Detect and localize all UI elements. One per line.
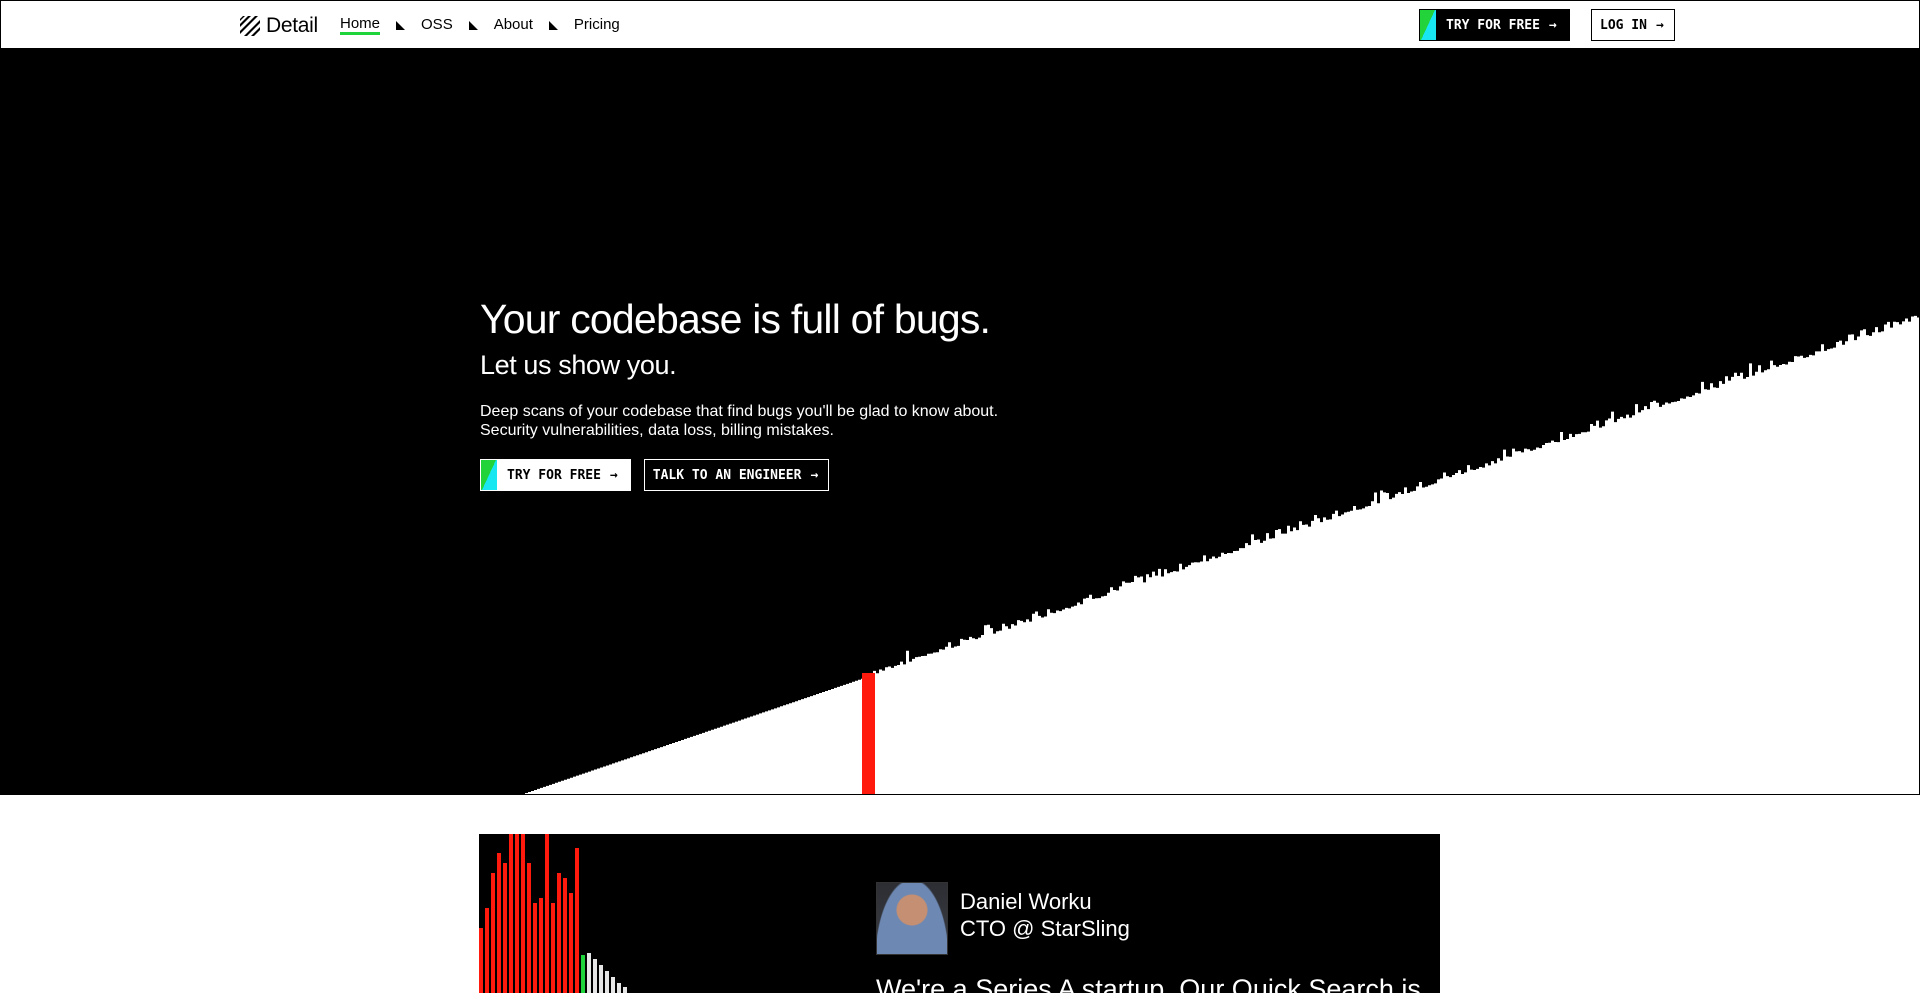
testimonial-card: Daniel Worku CTO @ StarSling We're a Ser… [479, 834, 1440, 993]
triangle-separator-icon [468, 20, 478, 30]
button-accent [481, 460, 497, 490]
arrow-right-icon: → [810, 467, 819, 483]
remaining-bug-bar [617, 983, 621, 993]
nav-link-home[interactable]: Home [340, 15, 381, 35]
triangle-separator-icon [548, 20, 558, 30]
nav-try-for-free-button[interactable]: TRY FOR FREE → [1419, 9, 1570, 41]
nav-link-oss[interactable]: OSS [421, 16, 453, 35]
hero-actions: TRY FOR FREE → TALK TO AN ENGINEER → [480, 459, 998, 491]
bug-bar [575, 848, 579, 993]
avatar [876, 882, 948, 955]
hero-title: Your codebase is full of bugs. [480, 296, 991, 342]
remaining-bug-bar [605, 971, 609, 993]
bug-bar [545, 834, 549, 993]
testimonial-person: Daniel Worku CTO @ StarSling [960, 888, 1130, 942]
nav-link-pricing[interactable]: Pricing [574, 16, 620, 35]
bug-bar [557, 873, 561, 993]
remaining-bug-bar [593, 959, 597, 993]
top-nav: Detail Home OSS About Pricing TRY FOR FR… [0, 0, 1920, 49]
testimonial-quote: We're a Series A startup. Our Quick Sear… [876, 974, 1421, 993]
brand-logo[interactable]: Detail [240, 14, 318, 38]
hero-subtitle: Let us show you. [480, 350, 677, 380]
bug-bar [509, 834, 513, 993]
bug-bar [527, 863, 531, 993]
remaining-bug-bar [599, 965, 603, 993]
fixed-bug-bar [581, 955, 585, 993]
testimonial-role: CTO @ StarSling [960, 916, 1130, 941]
bug-bar [479, 928, 483, 993]
login-label: LOG IN [1600, 17, 1647, 33]
hero-try-label: TRY FOR FREE [507, 467, 601, 483]
bug-bar [521, 834, 525, 993]
bug-bar [563, 878, 567, 993]
bug-bar [569, 893, 573, 993]
talk-label: TALK TO AN ENGINEER [652, 467, 802, 483]
hero-description-line1: Deep scans of your codebase that find bu… [480, 403, 999, 420]
brand-name: Detail [266, 14, 318, 37]
nav-try-label: TRY FOR FREE [1446, 17, 1540, 33]
bug-bar [491, 873, 495, 993]
remaining-bug-bar [587, 953, 591, 993]
nav-links: Home OSS About Pricing [340, 15, 620, 35]
bug-bar [533, 903, 537, 993]
remaining-bug-bar [611, 977, 615, 993]
hero-section: Your codebase is full of bugs. Let us sh… [0, 48, 1920, 795]
bug-bar [503, 863, 507, 993]
arrow-right-icon: → [1655, 17, 1664, 33]
triangle-separator-icon [396, 20, 406, 30]
detail-logo-icon [240, 16, 260, 36]
nav-link-about[interactable]: About [494, 16, 533, 35]
hero-copy: Your codebase is full of bugs. Let us sh… [480, 295, 998, 491]
hero-description: Deep scans of your codebase that find bu… [480, 402, 998, 440]
remaining-bug-bar [623, 987, 627, 993]
arrow-right-icon: → [1548, 17, 1557, 33]
talk-to-engineer-button[interactable]: TALK TO AN ENGINEER → [643, 459, 830, 491]
button-accent [1420, 10, 1436, 40]
hero-description-line2: Security vulnerabilities, data loss, bil… [480, 422, 834, 439]
bug-bar [497, 853, 501, 993]
login-button[interactable]: LOG IN → [1591, 9, 1675, 41]
bug-bar [539, 898, 543, 993]
testimonial-name: Daniel Worku [960, 889, 1092, 914]
bug-bar [551, 903, 555, 993]
hero-try-for-free-button[interactable]: TRY FOR FREE → [480, 459, 631, 491]
highlighted-bug-bar [862, 673, 875, 794]
bug-bar [515, 834, 519, 993]
arrow-right-icon: → [609, 467, 618, 483]
bug-bar [485, 908, 489, 993]
